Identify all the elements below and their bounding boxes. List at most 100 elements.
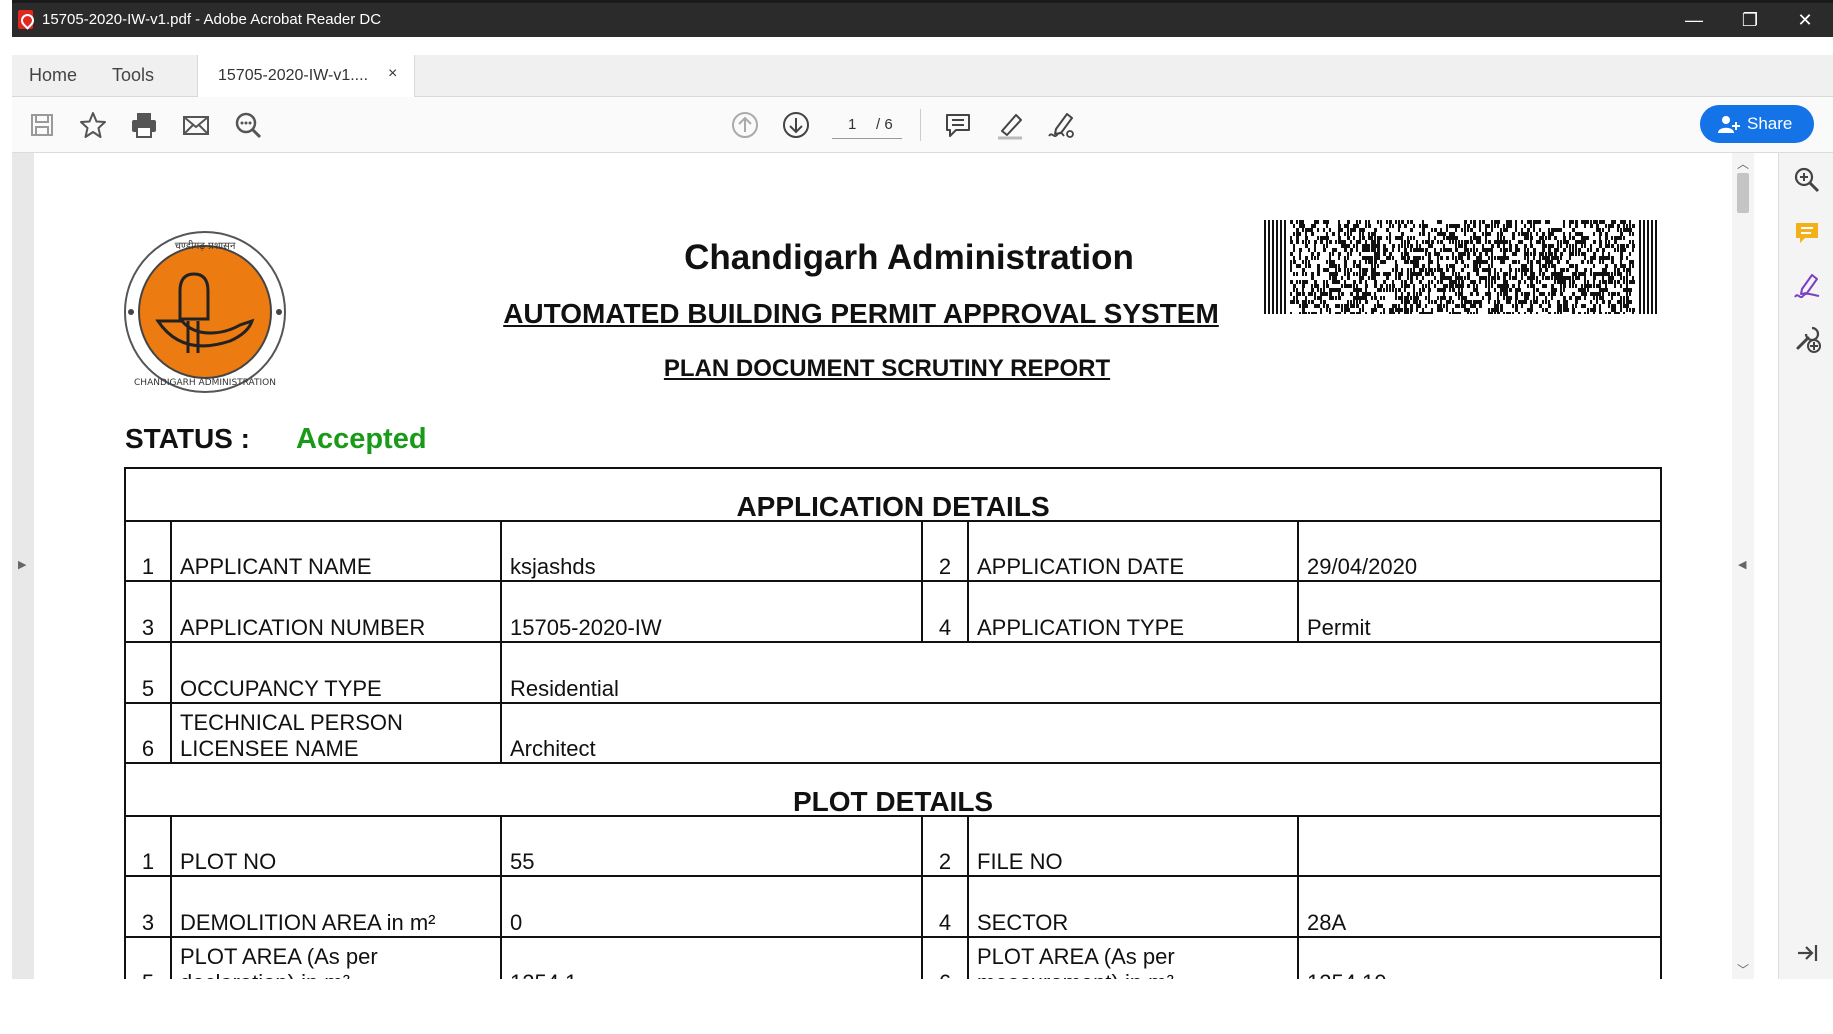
field-value: 0 [500, 875, 923, 938]
expand-left-icon: ▶ [18, 559, 27, 571]
field-value: 1254.1 [500, 936, 923, 979]
org-title: Chandigarh Administration [684, 238, 1134, 277]
row-number: 6 [921, 936, 969, 979]
collapse-right-icon[interactable]: ◀ [1738, 558, 1746, 571]
field-label: TECHNICAL PERSON LICENSEE NAME [170, 702, 502, 764]
tab-document-label: 15705-2020-IW-v1.... [218, 67, 369, 84]
highlight-icon[interactable] [994, 109, 1026, 141]
acrobat-pdf-icon [18, 10, 33, 29]
share-person-icon [1718, 116, 1740, 133]
section-row: PLOT DETAILS [123, 762, 1663, 817]
left-pane-toggle[interactable]: ▶ [12, 153, 34, 979]
right-tools-pane [1778, 153, 1833, 979]
document-page: चण्डीगढ़ प्रशासन CHANDIGARH ADMINISTRATI… [34, 153, 1732, 979]
comment-icon[interactable] [942, 109, 974, 141]
row-number: 5 [124, 936, 172, 979]
row-number: 5 [124, 641, 172, 704]
tab-tools[interactable]: Tools [112, 65, 154, 86]
field-label: PLOT AREA (As perdeclaration) in m² [170, 936, 502, 979]
table-row: 1 PLOT NO 55 2 FILE NO [124, 815, 1663, 877]
page-number-field[interactable]: 1 / 6 [832, 111, 902, 139]
toolbar: 1 / 6 Share [12, 97, 1833, 153]
field-label-line: declaration) in m² [180, 970, 350, 979]
restore-button[interactable]: ❐ [1722, 3, 1778, 37]
row-number: 1 [124, 520, 172, 582]
field-label-line: PLOT AREA (As per [180, 944, 378, 969]
fill-sign-icon[interactable] [1792, 271, 1822, 301]
field-label-line: LICENSEE NAME [180, 736, 359, 761]
status-label: STATUS : [125, 423, 250, 454]
page-down-icon[interactable] [780, 109, 812, 141]
field-value: 15705-2020-IW [500, 580, 923, 643]
field-label: APPLICATION DATE [967, 520, 1299, 582]
table-row: 5 PLOT AREA (As perdeclaration) in m² 12… [124, 936, 1663, 979]
print-icon[interactable] [128, 109, 160, 141]
row-number: 3 [124, 875, 172, 938]
status-value: Accepted [296, 423, 427, 455]
field-label-line: measurement) in m² [977, 970, 1174, 979]
share-button[interactable]: Share [1700, 105, 1814, 143]
window-title: 15705-2020-IW-v1.pdf - Adobe Acrobat Rea… [42, 11, 382, 28]
system-title: AUTOMATED BUILDING PERMIT APPROVAL SYSTE… [503, 298, 1219, 329]
close-icon[interactable]: × [388, 65, 397, 83]
table-row: 6 TECHNICAL PERSON LICENSEE NAME Architec… [124, 702, 1663, 764]
field-value: Architect [499, 702, 1663, 764]
field-label: DEMOLITION AREA in m² [170, 875, 502, 938]
field-label: FILE NO [967, 815, 1299, 877]
table-row: 5 OCCUPANCY TYPE Residential [124, 641, 1663, 704]
row-number: 4 [921, 875, 969, 938]
row-number: 2 [921, 815, 969, 877]
expand-icon[interactable] [1792, 938, 1822, 968]
row-number: 1 [124, 815, 172, 877]
field-label: APPLICANT NAME [170, 520, 502, 582]
field-value [1296, 815, 1663, 877]
field-value: 29/04/2020 [1296, 520, 1663, 582]
table-row: 3 APPLICATION NUMBER 15705-2020-IW 4 APP… [124, 580, 1663, 643]
save-icon[interactable] [26, 109, 58, 141]
toolbar-divider [920, 109, 921, 141]
scroll-up-icon[interactable]: ︿ [1737, 155, 1749, 172]
page-current[interactable]: 1 [848, 116, 856, 133]
table-row: 1 APPLICANT NAME ksjashds 2 APPLICATION … [124, 520, 1663, 582]
field-value: 28A [1296, 875, 1663, 938]
close-window-button[interactable]: ✕ [1777, 3, 1833, 37]
comment-panel-icon[interactable] [1792, 218, 1822, 248]
field-label: APPLICATION NUMBER [170, 580, 502, 643]
tools-icon[interactable] [1792, 324, 1822, 354]
section-heading: APPLICATION DETAILS [123, 467, 1663, 522]
field-value: Permit [1296, 580, 1663, 643]
tab-document[interactable]: 15705-2020-IW-v1.... × [197, 55, 415, 97]
field-label-line: PLOT AREA (As per [977, 944, 1175, 969]
row-number: 2 [921, 520, 969, 582]
row-number: 6 [124, 702, 172, 764]
page-total: / 6 [876, 116, 893, 133]
email-icon[interactable] [180, 109, 212, 141]
minimize-button[interactable]: — [1666, 3, 1722, 37]
field-label: OCCUPANCY TYPE [170, 641, 502, 704]
field-value: 1254.10 [1296, 936, 1663, 979]
section-heading: PLOT DETAILS [123, 762, 1663, 817]
field-value: ksjashds [500, 520, 923, 582]
tab-home[interactable]: Home [29, 65, 77, 86]
share-label: Share [1747, 114, 1793, 133]
field-label: PLOT NO [170, 815, 502, 877]
sign-icon[interactable] [1046, 109, 1078, 141]
details-table: APPLICATION DETAILS 1 APPLICANT NAME ksj… [123, 467, 1663, 979]
vertical-scrollbar[interactable]: ︿ ◀ ﹀ [1732, 153, 1754, 979]
report-title: PLAN DOCUMENT SCRUTINY REPORT [663, 355, 1111, 382]
table-row: 3 DEMOLITION AREA in m² 0 4 SECTOR 28A [124, 875, 1663, 938]
page-up-icon[interactable] [729, 109, 761, 141]
row-number: 3 [124, 580, 172, 643]
title-bar: 15705-2020-IW-v1.pdf - Adobe Acrobat Rea… [12, 0, 1833, 37]
scroll-down-icon[interactable]: ﹀ [1737, 961, 1749, 978]
field-label-line: TECHNICAL PERSON [180, 710, 403, 735]
field-value: Residential [499, 641, 1663, 704]
tab-bar: Home Tools 15705-2020-IW-v1.... × [12, 55, 1833, 97]
zoom-search-icon[interactable] [232, 109, 264, 141]
field-label: SECTOR [967, 875, 1299, 938]
acrobat-window: 15705-2020-IW-v1.pdf - Adobe Acrobat Rea… [0, 0, 1833, 1034]
field-label: PLOT AREA (As permeasurement) in m² [967, 936, 1299, 979]
star-icon[interactable] [77, 109, 109, 141]
scroll-thumb[interactable] [1737, 173, 1749, 213]
zoom-icon[interactable] [1792, 165, 1822, 195]
